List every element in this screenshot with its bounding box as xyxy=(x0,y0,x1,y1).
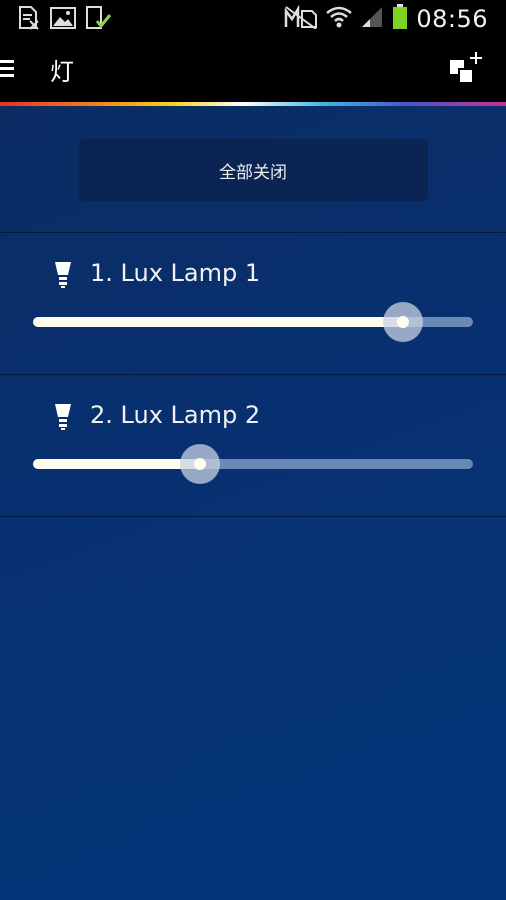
brightness-slider[interactable] xyxy=(33,302,473,342)
lamp-row[interactable]: 1. Lux Lamp 1 xyxy=(0,233,506,374)
status-bar: 08:56 xyxy=(0,0,506,36)
lamp-name: 2. Lux Lamp 2 xyxy=(90,401,261,429)
page-title: 灯 xyxy=(50,58,74,86)
add-scene-icon[interactable] xyxy=(450,52,484,86)
blocked-file-icon xyxy=(18,6,40,34)
image-icon xyxy=(50,7,76,33)
slider-fill xyxy=(33,317,403,327)
lamp-name: 1. Lux Lamp 1 xyxy=(90,259,261,287)
status-notifications xyxy=(18,6,112,34)
status-system: 08:56 xyxy=(284,4,488,34)
brightness-slider[interactable] xyxy=(33,444,473,484)
slider-thumb[interactable] xyxy=(180,444,221,484)
battery-icon xyxy=(392,4,408,34)
clock: 08:56 xyxy=(416,5,488,33)
slider-thumb[interactable] xyxy=(382,302,423,342)
wifi-icon xyxy=(326,5,353,33)
slider-fill xyxy=(33,459,201,469)
no-sim-icon xyxy=(284,4,318,33)
hamburger-menu-icon[interactable] xyxy=(0,60,14,78)
action-bar: 灯 xyxy=(0,36,506,102)
bulb-icon xyxy=(54,261,72,289)
all-off-button[interactable]: 全部关闭 xyxy=(78,139,428,201)
download-done-icon xyxy=(86,6,112,34)
lights-list: 全部关闭 1. Lux Lamp 1 2. Lux Lamp 2 xyxy=(0,106,506,900)
lamp-row[interactable]: 2. Lux Lamp 2 xyxy=(0,375,506,516)
signal-icon xyxy=(360,5,384,33)
bulb-icon xyxy=(54,403,72,431)
divider xyxy=(0,516,506,517)
